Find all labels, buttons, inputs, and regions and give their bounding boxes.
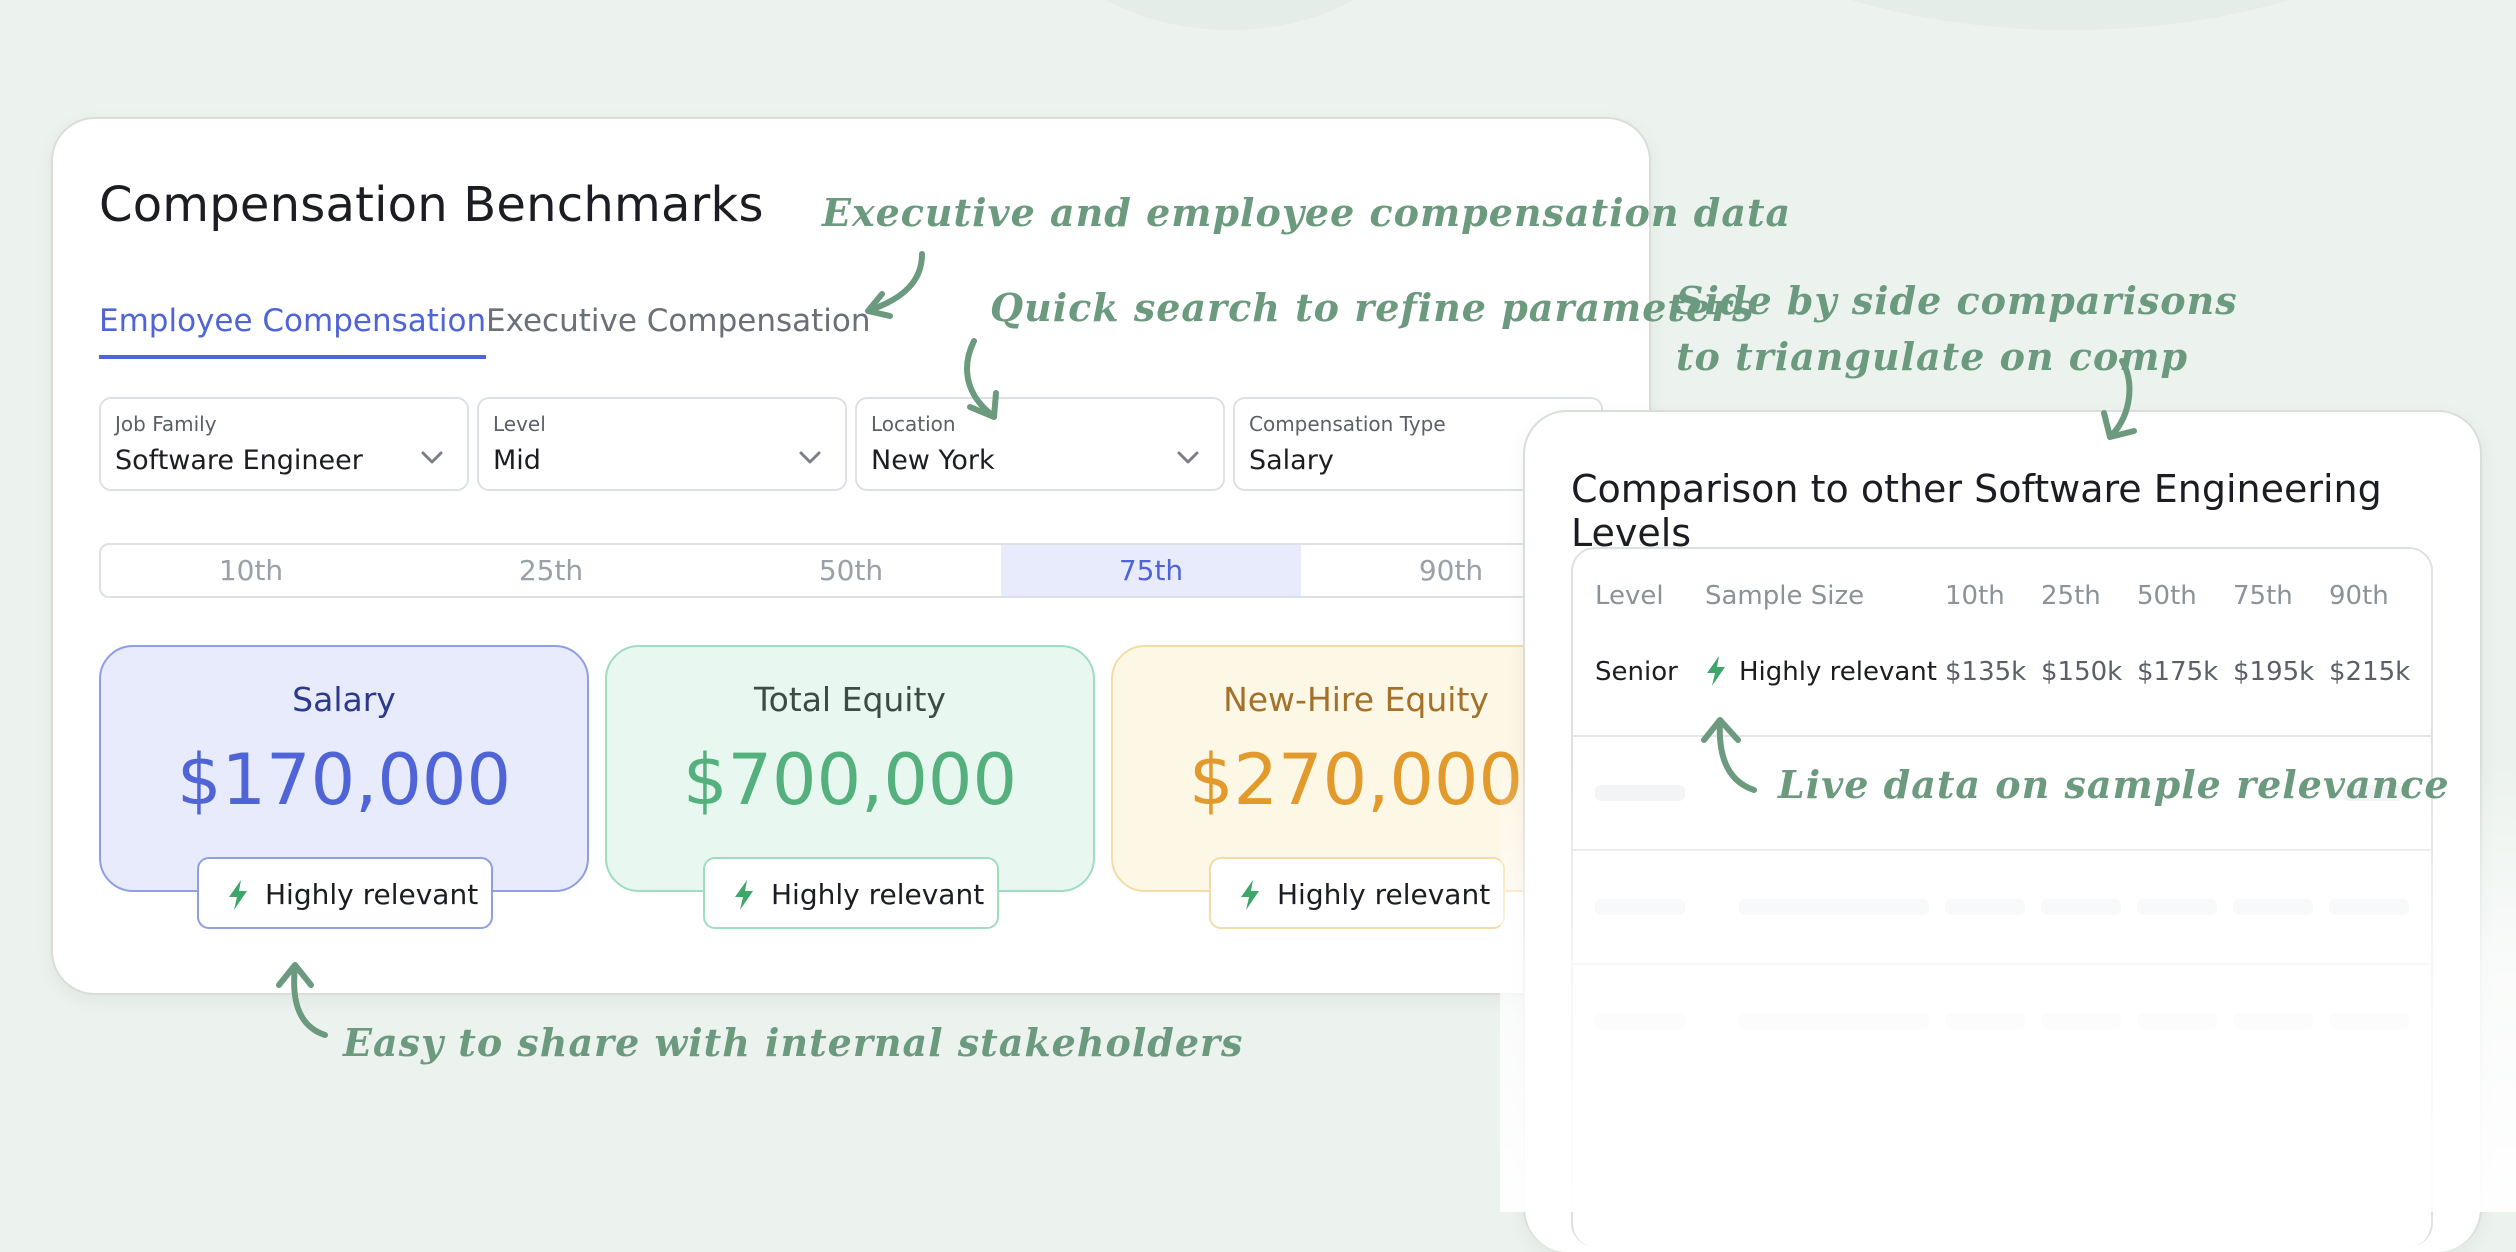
badge-label: Highly relevant bbox=[265, 878, 479, 911]
skeleton-cell bbox=[2041, 899, 2121, 915]
annotation-quick-search: Quick search to refine parameters bbox=[990, 285, 1755, 330]
compensation-benchmarks-card: Compensation Benchmarks Employee Compens… bbox=[51, 117, 1659, 995]
badge-label: Highly relevant bbox=[771, 878, 985, 911]
row-p25: $150k bbox=[2041, 657, 2123, 687]
metric-value: $170,000 bbox=[176, 739, 511, 821]
job-family-value: Software Engineer bbox=[115, 445, 363, 476]
skeleton-cell bbox=[2041, 1013, 2121, 1029]
location-label: Location bbox=[871, 412, 956, 436]
row-p50: $175k bbox=[2137, 657, 2219, 687]
compensation-type-value: Salary bbox=[1249, 445, 1334, 476]
row-divider bbox=[1573, 849, 2431, 851]
row-divider bbox=[1573, 963, 2431, 965]
location-select[interactable]: Location New York bbox=[855, 397, 1225, 491]
metric-value: $700,000 bbox=[682, 739, 1017, 821]
skeleton-cell bbox=[2329, 1013, 2409, 1029]
curved-arrow-icon bbox=[865, 251, 925, 319]
curved-arrow-icon bbox=[276, 962, 328, 1038]
column-header-sample-size: Sample Size bbox=[1705, 581, 1865, 611]
column-header-25th: 25th bbox=[2041, 581, 2101, 611]
percentile-selector: 10th 25th 50th 75th 90th bbox=[99, 543, 1659, 598]
curved-arrow-icon bbox=[2101, 358, 2137, 440]
row-p10: $135k bbox=[1945, 657, 2027, 687]
location-value: New York bbox=[871, 445, 995, 476]
background-blob bbox=[1040, 0, 1420, 30]
comparison-table: Level Sample Size 10th 25th 50th 75th 90… bbox=[1571, 547, 2433, 1247]
skeleton-cell bbox=[1739, 899, 1929, 915]
badge-label: Highly relevant bbox=[1277, 878, 1491, 911]
tab-executive-compensation[interactable]: Executive Compensation bbox=[486, 303, 871, 355]
percentile-75th[interactable]: 75th bbox=[1001, 545, 1301, 596]
column-header-75th: 75th bbox=[2233, 581, 2293, 611]
background-blob bbox=[1690, 0, 2450, 30]
lightning-bolt-icon bbox=[1707, 656, 1725, 686]
row-p75: $195k bbox=[2233, 657, 2315, 687]
skeleton-cell bbox=[1595, 899, 1685, 915]
curved-arrow-icon bbox=[1701, 717, 1757, 793]
skeleton-cell bbox=[1595, 1013, 1685, 1029]
relevance-badge[interactable]: Highly relevant bbox=[197, 857, 493, 929]
percentile-25th[interactable]: 25th bbox=[401, 545, 701, 596]
percentile-50th[interactable]: 50th bbox=[701, 545, 1001, 596]
lightning-bolt-icon bbox=[735, 880, 753, 910]
annotation-live-data: Live data on sample relevance bbox=[1778, 762, 2450, 807]
annotation-share: Easy to share with internal stakeholders bbox=[343, 1020, 1244, 1065]
salary-metric-card: Salary $170,000 bbox=[99, 645, 589, 892]
relevance-badge[interactable]: Highly relevant bbox=[1209, 857, 1505, 929]
level-label: Level bbox=[493, 412, 546, 436]
relevance-badge[interactable]: Highly relevant bbox=[703, 857, 999, 929]
metric-label: Total Equity bbox=[754, 680, 946, 719]
row-sample-size: Highly relevant bbox=[1739, 657, 1937, 687]
metric-label: Salary bbox=[292, 680, 396, 719]
skeleton-cell bbox=[1945, 899, 2025, 915]
skeleton-cell bbox=[1945, 1013, 2025, 1029]
column-header-50th: 50th bbox=[2137, 581, 2197, 611]
skeleton-cell bbox=[2137, 899, 2217, 915]
lightning-bolt-icon bbox=[1241, 880, 1259, 910]
skeleton-cell bbox=[2233, 899, 2313, 915]
curved-arrow-icon bbox=[964, 338, 999, 420]
skeleton-cell bbox=[2137, 1013, 2217, 1029]
job-family-select[interactable]: Job Family Software Engineer bbox=[99, 397, 469, 491]
level-value: Mid bbox=[493, 445, 541, 476]
comparison-title: Comparison to other Software Engineering… bbox=[1571, 467, 2382, 555]
skeleton-cell bbox=[2329, 899, 2409, 915]
row-level: Senior bbox=[1595, 657, 1678, 687]
job-family-label: Job Family bbox=[115, 412, 217, 436]
skeleton-cell bbox=[1739, 1013, 1929, 1029]
skeleton-cell bbox=[2233, 1013, 2313, 1029]
row-p90: $215k bbox=[2329, 657, 2411, 687]
chevron-down-icon bbox=[799, 451, 821, 464]
chevron-down-icon bbox=[421, 451, 443, 464]
column-header-90th: 90th bbox=[2329, 581, 2389, 611]
skeleton-cell bbox=[1595, 785, 1685, 801]
chevron-down-icon bbox=[1177, 451, 1199, 464]
compensation-type-label: Compensation Type bbox=[1249, 412, 1446, 436]
annotation-exec-data: Executive and employee compensation data bbox=[822, 190, 1792, 235]
column-header-level: Level bbox=[1595, 581, 1664, 611]
lightning-bolt-icon bbox=[229, 880, 247, 910]
page-title: Compensation Benchmarks bbox=[99, 177, 764, 233]
percentile-10th[interactable]: 10th bbox=[101, 545, 401, 596]
tab-employee-compensation[interactable]: Employee Compensation bbox=[99, 303, 487, 359]
comparison-card: Comparison to other Software Engineering… bbox=[1523, 410, 2482, 1252]
annotation-side-by-side-line1: Side by side comparisons bbox=[1676, 278, 2238, 323]
total-equity-metric-card: Total Equity $700,000 bbox=[605, 645, 1095, 892]
column-header-10th: 10th bbox=[1945, 581, 2005, 611]
level-select[interactable]: Level Mid bbox=[477, 397, 847, 491]
